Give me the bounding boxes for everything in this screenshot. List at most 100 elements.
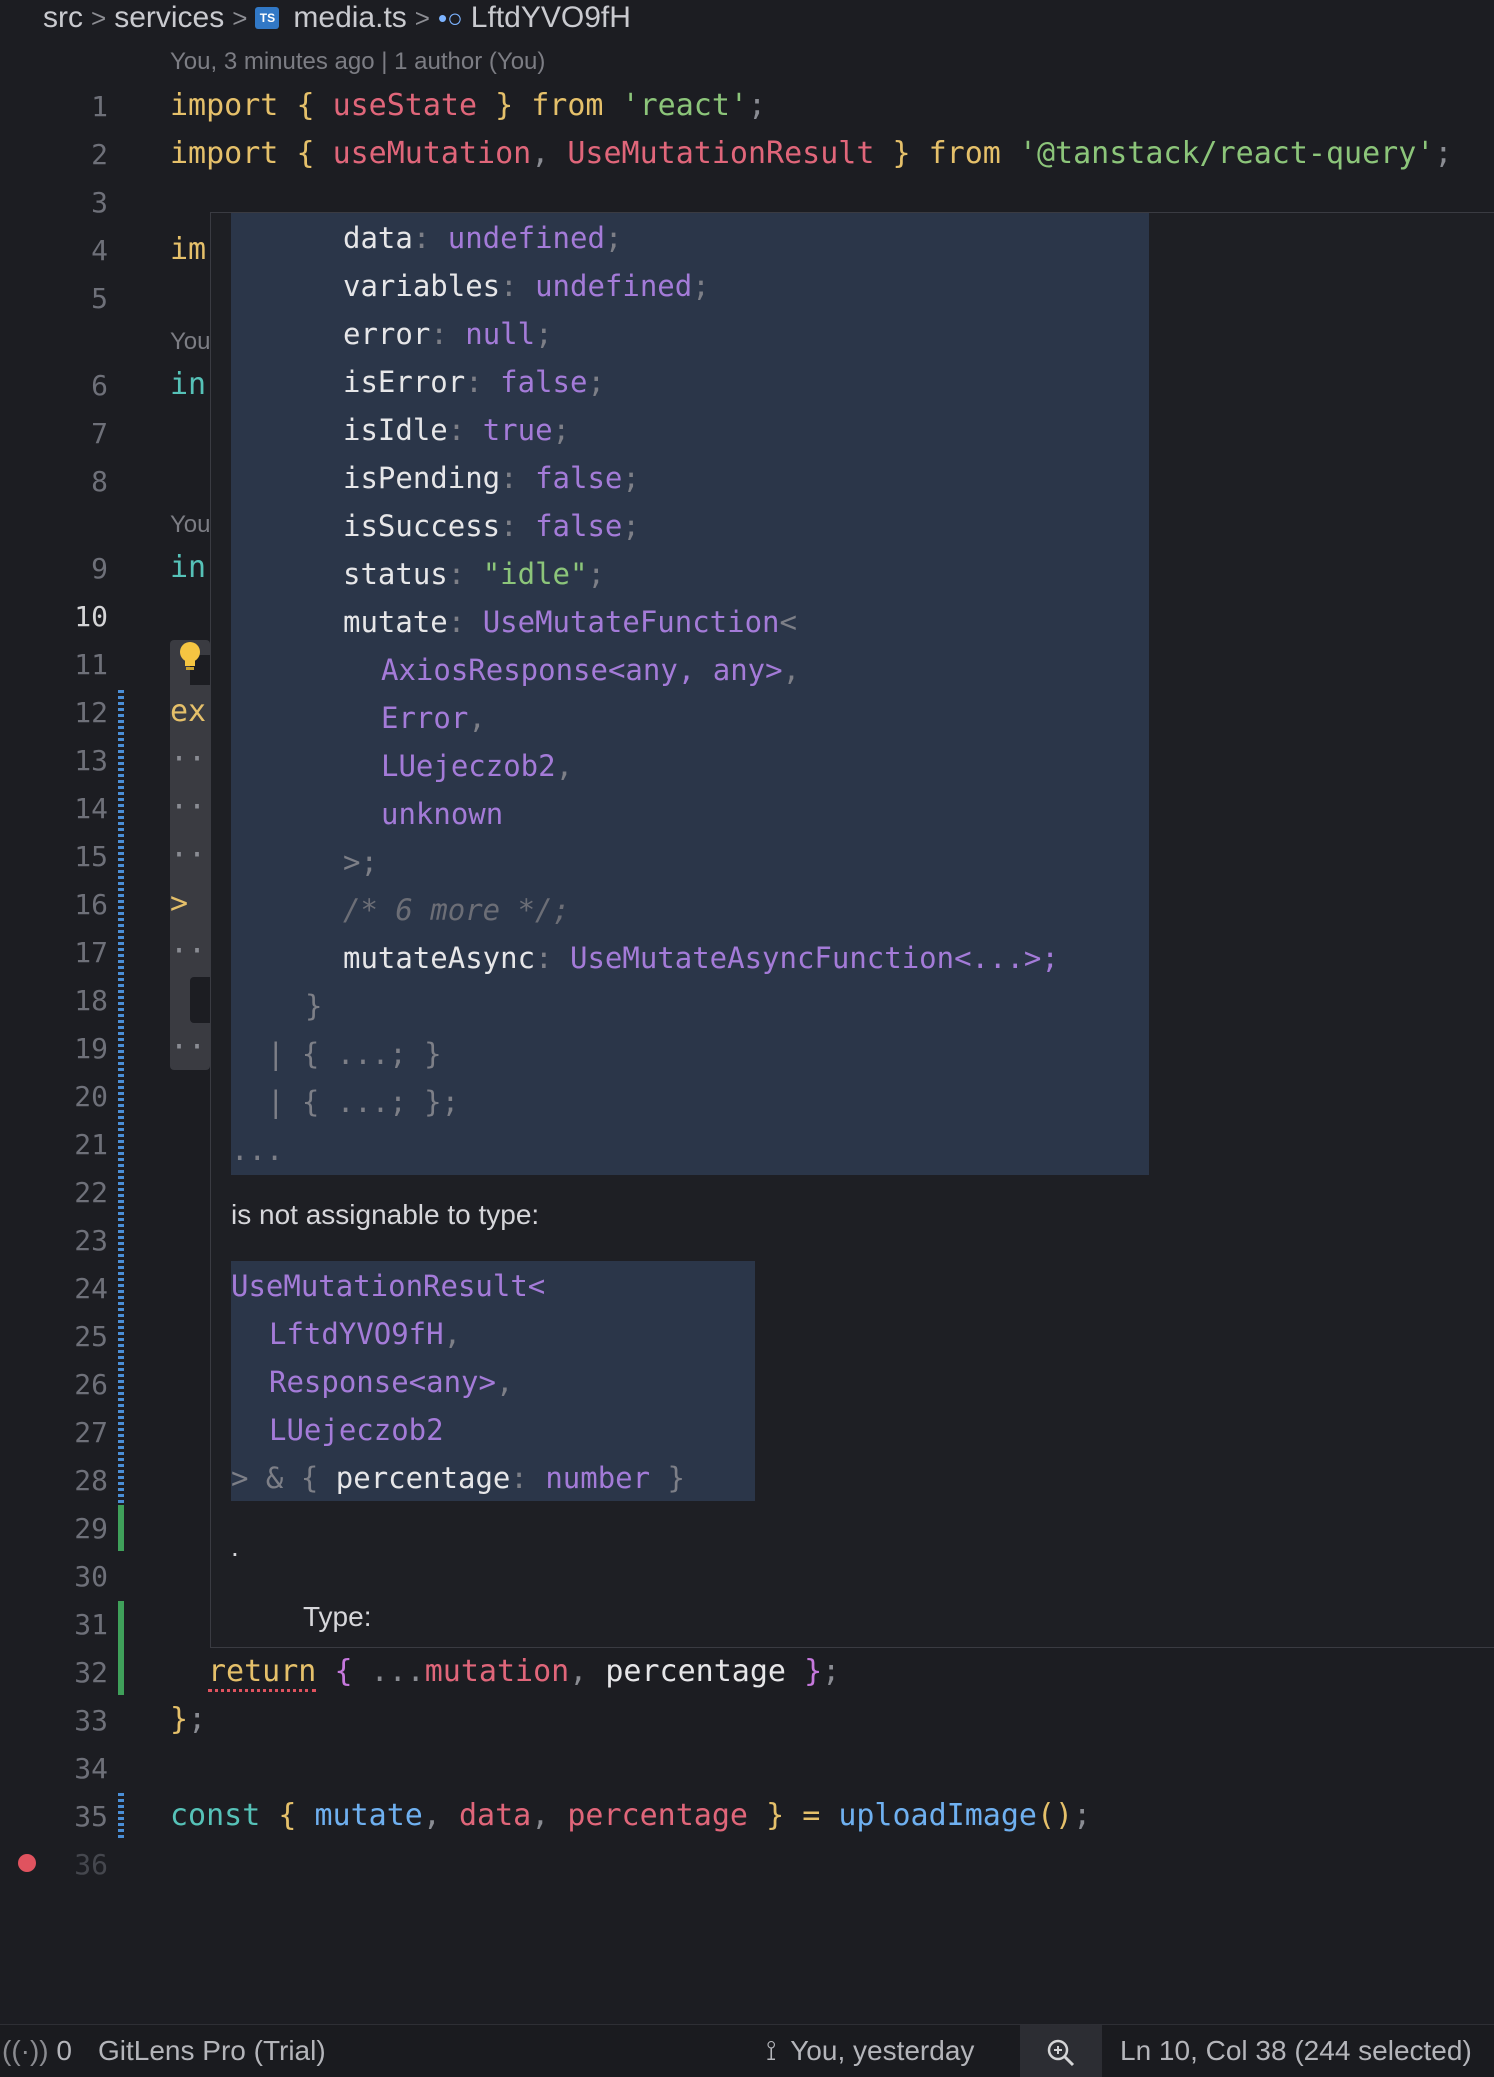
breadcrumb-file[interactable]: media.ts (293, 1, 406, 35)
type-ellipsis: ... (231, 1133, 284, 1167)
line-number: 24 (74, 1272, 108, 1305)
gitlens-blame-header[interactable]: You, 3 minutes ago | 1 author (You) (170, 48, 545, 76)
lightbulb-icon[interactable] (178, 641, 202, 673)
line-number: 26 (74, 1368, 108, 1401)
code-line-19[interactable]: ·· (170, 1030, 206, 1065)
git-blame-status[interactable]: ⟟ You, yesterday (766, 2025, 974, 2077)
line-number: 7 (91, 417, 108, 450)
type-comment: /* 6 more */; (343, 893, 570, 927)
modified-lines-marker[interactable] (118, 1793, 124, 1839)
symbol-variable-icon: •○ (437, 2, 463, 33)
git-commit-icon: ⟟ (766, 2035, 777, 2066)
line-number: 12 (74, 696, 108, 729)
code-line-13[interactable]: ·· (170, 742, 206, 777)
type-close-brace: } (305, 989, 323, 1023)
type-arg: AxiosResponse<any, any>, (381, 653, 801, 687)
broadcast-icon: ((·)) (2, 2035, 49, 2066)
line-number: 35 (74, 1800, 108, 1833)
tooltip-message: is not assignable to type: (231, 1199, 540, 1230)
ports-status[interactable]: ((·)) 0 (2, 2025, 72, 2077)
line-number: 25 (74, 1320, 108, 1353)
type-code-block (231, 213, 1149, 1175)
type-prop-status: status: "idle"; (343, 557, 605, 591)
code-line-4[interactable]: im (170, 232, 206, 267)
type-arg: LUejeczob2, (381, 749, 574, 783)
code-line-2[interactable]: import { useMutation, UseMutationResult … (170, 136, 1452, 171)
target-arg: Response<any>, (269, 1365, 514, 1399)
type-prop-issuccess: isSuccess: false; (343, 509, 640, 543)
added-line-marker[interactable] (118, 1505, 124, 1551)
line-number: 29 (74, 1512, 108, 1545)
chevron-right-icon: > (414, 2, 430, 33)
code-line-14[interactable]: ·· (170, 790, 206, 825)
breakpoint-icon[interactable] (18, 1854, 36, 1872)
code-line-12[interactable]: ex (170, 694, 206, 729)
code-line-6[interactable]: in (170, 367, 206, 402)
zoom-button[interactable] (1020, 2025, 1102, 2077)
type-prop-mutateasync: mutateAsync: UseMutateAsyncFunction<...>… (343, 941, 1059, 975)
typescript-file-icon: TS (255, 7, 280, 29)
line-number: 23 (74, 1224, 108, 1257)
line-number: 36 (74, 1848, 108, 1881)
line-number: 3 (91, 186, 108, 219)
modified-lines-marker[interactable] (118, 690, 124, 1520)
code-line-33[interactable]: }; (170, 1702, 206, 1737)
line-number: 30 (74, 1560, 108, 1593)
line-number: 8 (91, 465, 108, 498)
chevron-right-icon: > (232, 2, 248, 33)
type-prop-mutate: mutate: UseMutateFunction< (343, 605, 797, 639)
breadcrumb-symbol[interactable]: LftdYVO9fH (471, 1, 631, 35)
line-number: 9 (91, 552, 108, 585)
tooltip-period: . (231, 1531, 239, 1562)
error-squiggle: return (208, 1654, 317, 1692)
type-prop-data: data: undefined; (343, 221, 623, 255)
line-number: 34 (74, 1752, 108, 1785)
line-number: 31 (74, 1608, 108, 1641)
line-number: 18 (74, 984, 108, 1017)
line-number: 19 (74, 1032, 108, 1065)
line-number: 20 (74, 1080, 108, 1113)
gitlens-status[interactable]: GitLens Pro (Trial) (98, 2025, 326, 2077)
code-line-9[interactable]: in (170, 550, 206, 585)
breadcrumb-services[interactable]: services (114, 1, 224, 35)
line-number: 28 (74, 1464, 108, 1497)
type-arg: Error, (381, 701, 486, 735)
type-union: | { ...; } (267, 1037, 442, 1071)
tooltip-type-label: Type: (303, 1601, 372, 1632)
type-arg: unknown (381, 797, 504, 831)
code-line-17[interactable]: ·· (170, 934, 206, 969)
hover-tooltip[interactable]: data: undefined; variables: undefined; e… (210, 212, 1494, 1648)
type-prop-ispending: isPending: false; (343, 461, 640, 495)
target-arg: LUejeczob2 (269, 1413, 444, 1447)
cursor-position[interactable]: Ln 10, Col 38 (244 selected) (1120, 2025, 1472, 2077)
type-prop-isidle: isIdle: true; (343, 413, 570, 447)
code-line-1[interactable]: import { useState } from 'react'; (170, 88, 766, 123)
line-number: 21 (74, 1128, 108, 1161)
line-number: 27 (74, 1416, 108, 1449)
breadcrumb-src[interactable]: src (43, 1, 83, 35)
line-number: 2 (91, 138, 108, 171)
added-line-marker[interactable] (118, 1601, 124, 1695)
line-number: 22 (74, 1176, 108, 1209)
line-number: 15 (74, 840, 108, 873)
line-number: 33 (74, 1704, 108, 1737)
line-number: 13 (74, 744, 108, 777)
line-number-active: 10 (74, 600, 108, 633)
chevron-right-icon: > (91, 2, 107, 33)
target-type: UseMutationResult< (231, 1269, 546, 1303)
type-union: | { ...; }; (267, 1085, 460, 1119)
line-number: 4 (91, 234, 108, 267)
code-line-16[interactable]: > (170, 886, 188, 921)
line-number: 17 (74, 936, 108, 969)
code-line-35[interactable]: const { mutate, data, percentage } = upl… (170, 1798, 1091, 1833)
target-arg: LftdYVO9fH, (269, 1317, 462, 1351)
status-bar: ((·)) 0 GitLens Pro (Trial) ⟟ You, yeste… (0, 2024, 1494, 2077)
gitlens-blame-annotation[interactable]: You (170, 511, 211, 539)
line-number: 1 (91, 90, 108, 123)
type-close: >; (343, 845, 378, 879)
gitlens-blame-annotation[interactable]: You (170, 328, 211, 356)
code-line-32[interactable]: return { ...mutation, percentage }; (208, 1654, 840, 1692)
code-line-15[interactable]: ·· (170, 838, 206, 873)
breadcrumb: src > services > TS media.ts > •○ LftdYV… (0, 0, 1494, 36)
line-number: 5 (91, 282, 108, 315)
